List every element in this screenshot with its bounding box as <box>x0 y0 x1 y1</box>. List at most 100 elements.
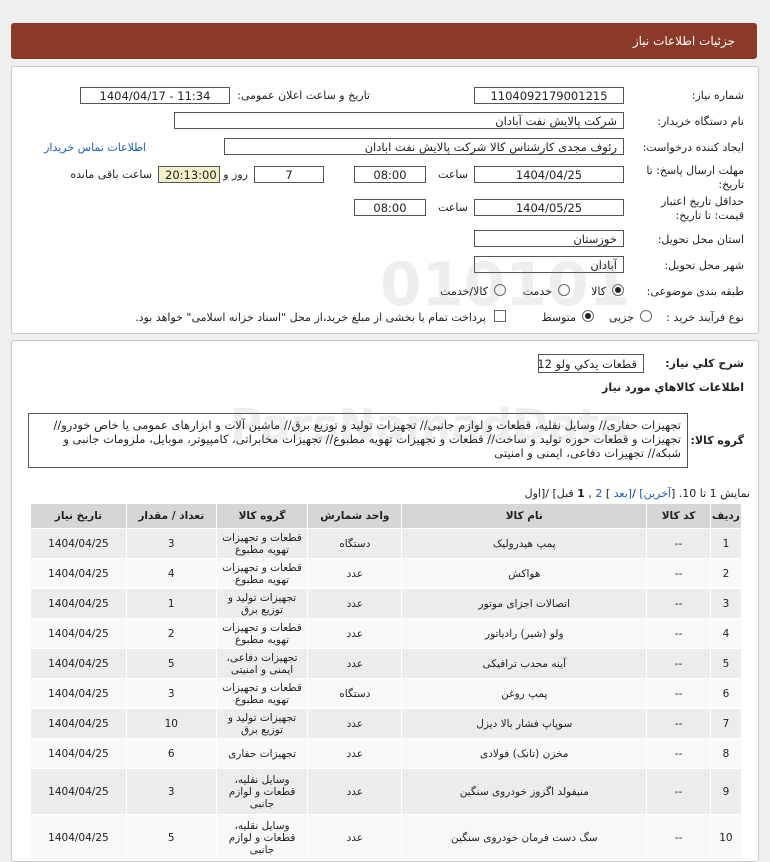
table-cell: 3 <box>125 678 217 709</box>
page-title: جزئیات اطلاعات نیاز <box>632 34 735 48</box>
goods-table: ردیف کد کالا نام کالا واحد شمارش گروه کالا تع… <box>30 503 743 861</box>
table-cell: قطعات و تجهیزات تهویه مطبوع <box>215 618 309 649</box>
table-cell: -- <box>646 738 711 769</box>
process-medium-label: متوسط <box>541 311 576 324</box>
table-cell: 2 <box>125 618 217 649</box>
category-service-label: خدمت <box>522 285 552 298</box>
table-cell: تجهیزات تولید و توزیع برق <box>215 588 309 619</box>
table-cell: سگ دست فرمان خودروی سنگین <box>401 814 648 861</box>
table-cell: 5 <box>709 648 743 679</box>
creator-field: رئوف مجدی کارشناس کالا شرکت پالایش نفت ا… <box>224 138 624 155</box>
category-goods-service-radio[interactable] <box>494 284 506 296</box>
table-row: 10 -- سگ دست فرمان خودروی سنگین عدد وسایل نق… <box>30 814 743 861</box>
table-cell: عدد <box>307 618 403 649</box>
remaining-time-field: 20:13:00 <box>158 166 220 183</box>
table-row: 5 -- آینه محدب ترافیکی عدد تجهیزات دفاعی، ای… <box>30 648 743 679</box>
buyer-field: شرکت پالایش نفت آبادان <box>174 112 624 129</box>
table-cell: 1 <box>709 528 743 559</box>
city-field: آبادان <box>474 256 624 273</box>
table-cell: مخزن (تانک) فولادی <box>401 738 648 769</box>
table-cell: 10 <box>125 708 217 739</box>
table-cell: عدد <box>307 814 403 861</box>
table-cell: 3 <box>709 588 743 619</box>
process-medium-radio[interactable] <box>582 310 594 322</box>
announce-label: تاریخ و ساعت اعلان عمومی: <box>237 89 370 102</box>
deadline-date-field: 1404/04/25 <box>474 166 624 183</box>
pager-last-link[interactable]: آخرین] <box>639 487 671 500</box>
deadline-time-label: ساعت <box>438 168 468 181</box>
table-cell: -- <box>646 618 711 649</box>
table-header-cell: نام کالا <box>401 503 648 529</box>
remaining-label: ساعت باقی مانده <box>70 168 152 181</box>
table-cell: -- <box>646 708 711 739</box>
table-header-cell: تعداد / مقدار <box>125 503 217 529</box>
table-cell: 9 <box>709 768 743 815</box>
process-partial-radio[interactable] <box>640 310 652 322</box>
category-service-radio[interactable] <box>558 284 570 296</box>
table-cell: عدد <box>307 558 403 589</box>
need-number-label: شماره نیاز: <box>691 89 744 102</box>
pager: نمایش 1 تا 10. [آخرین] /[بعد ] 2 , 1 قبل… <box>524 487 750 500</box>
table-cell: تجهیزات دفاعی، ایمنی و امنیتی <box>215 648 309 679</box>
table-cell: 3 <box>125 528 217 559</box>
goods-group-field: تجهیزات حفاری// وسایل نقلیه، قطعات و لوا… <box>28 413 688 468</box>
need-description-field: قطعات يدكي ولو F12 <box>538 354 644 373</box>
table-cell: 1404/04/25 <box>30 648 127 679</box>
table-cell: -- <box>646 768 711 815</box>
page-header: جزئیات اطلاعات نیاز <box>11 23 757 59</box>
city-label: شهر محل تحویل: <box>664 259 744 272</box>
treasury-payment-checkbox[interactable] <box>494 310 506 322</box>
treasury-payment-text: پرداخت تمام یا بخشی از مبلغ خرید،از محل … <box>135 311 486 324</box>
pager-prev: قبل] <box>552 487 574 500</box>
table-cell: عدد <box>307 708 403 739</box>
table-cell: 1404/04/25 <box>30 618 127 649</box>
pager-next-link[interactable]: [بعد <box>614 487 632 500</box>
table-cell: ولو (شیر) رادیاتور <box>401 618 648 649</box>
table-cell: 1404/04/25 <box>30 588 127 619</box>
table-cell: 8 <box>709 738 743 769</box>
goods-panel: شرح کلي نياز: قطعات يدكي ولو F12 اطلاعات… <box>11 340 759 862</box>
table-cell: 3 <box>125 768 217 815</box>
table-cell: 1404/04/25 <box>30 814 127 861</box>
table-cell: 5 <box>125 648 217 679</box>
table-cell: -- <box>646 528 711 559</box>
table-cell: دستگاه <box>307 528 403 559</box>
table-row: 2 -- هواکش عدد قطعات و تجهیزات تهویه مطبوع 4 1… <box>30 558 743 589</box>
table-cell: 4 <box>709 618 743 649</box>
table-cell: تجهیزات حفاری <box>215 738 309 769</box>
validity-time-field: 08:00 <box>354 199 426 216</box>
table-row: 8 -- مخزن (تانک) فولادی عدد تجهیزات حفاری 6 14… <box>30 738 743 769</box>
process-partial-label: جزیی <box>608 311 634 324</box>
category-goods-radio[interactable] <box>612 284 624 296</box>
deadline-time-field: 08:00 <box>354 166 426 183</box>
announce-field: 1404/04/17 - 11:34 <box>80 87 230 104</box>
table-cell: -- <box>646 648 711 679</box>
table-cell: 1404/04/25 <box>30 738 127 769</box>
table-cell: عدد <box>307 648 403 679</box>
table-cell: اتصالات اجزای موتور <box>401 588 648 619</box>
table-cell: تجهیزات تولید و توزیع برق <box>215 708 309 739</box>
category-goods-service-label: کالا/خدمت <box>440 285 488 298</box>
deadline-label: مهلت ارسال پاسخ: تا تاریخ: <box>646 164 744 191</box>
table-cell: هواکش <box>401 558 648 589</box>
table-row: 6 -- پمپ روغن دستگاه قطعات و تجهیزات تهویه م… <box>30 678 743 709</box>
buyer-contact-link[interactable]: اطلاعات تماس خریدار <box>44 141 146 154</box>
table-cell: 1404/04/25 <box>30 708 127 739</box>
table-cell: 5 <box>125 814 217 861</box>
table-header-cell: کد کالا <box>646 503 711 529</box>
goods-info-title: اطلاعات كالاهاي مورد نياز <box>602 381 744 394</box>
table-row: 3 -- اتصالات اجزای موتور عدد تجهیزات تولید و… <box>30 588 743 619</box>
validity-time-label: ساعت <box>438 201 468 214</box>
table-cell: 1404/04/25 <box>30 558 127 589</box>
table-header-cell: ردیف <box>709 503 743 529</box>
goods-group-label: گروه کالا: <box>690 434 744 447</box>
table-cell: وسایل نقلیه، قطعات و لوازم جانبی <box>215 814 309 861</box>
need-details-panel: شماره نیاز: 1104092179001215 تاریخ و ساع… <box>11 66 759 334</box>
table-cell: 2 <box>709 558 743 589</box>
pager-first: [اول <box>524 487 546 500</box>
need-description-label: شرح کلي نياز: <box>665 357 744 370</box>
table-row: 9 -- منیفولد اگزوز خودروی سنگین عدد وسایل نق… <box>30 768 743 815</box>
table-cell: 6 <box>125 738 217 769</box>
need-number-field: 1104092179001215 <box>474 87 624 104</box>
table-cell: 1404/04/25 <box>30 528 127 559</box>
